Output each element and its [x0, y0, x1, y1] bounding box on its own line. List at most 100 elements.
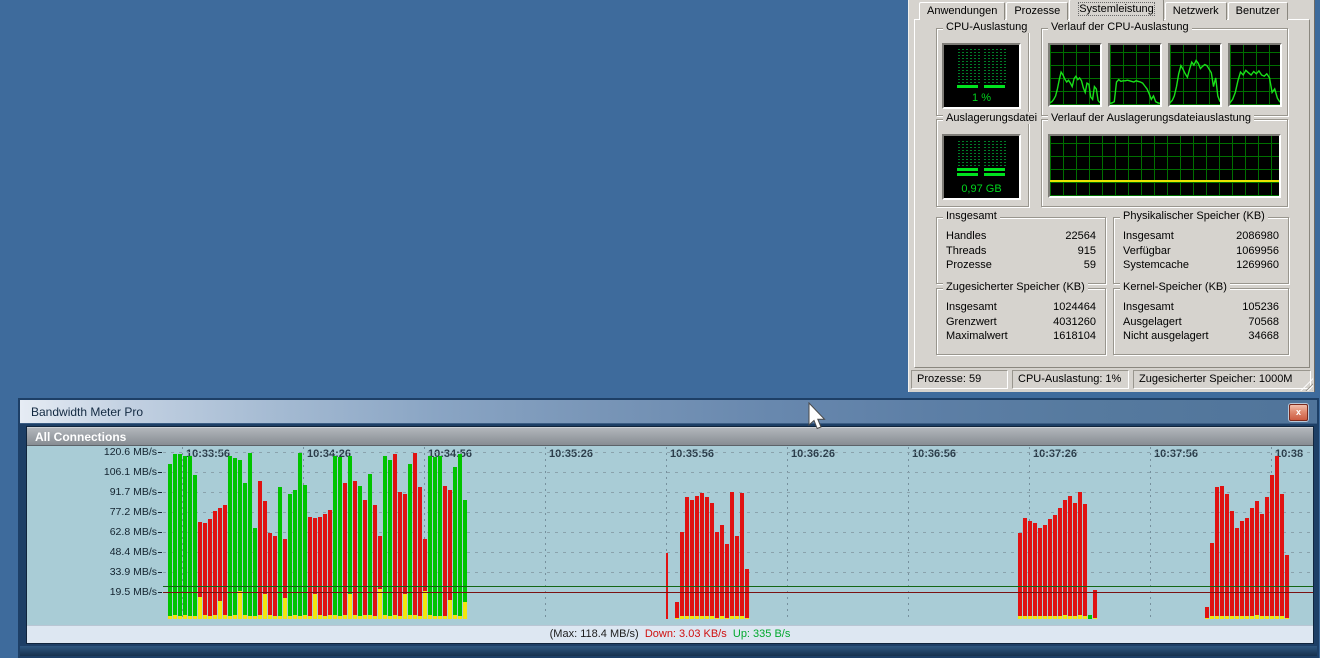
download-bar: [308, 517, 312, 619]
download-bar: [393, 454, 397, 619]
group-title: Kernel-Speicher (KB): [1120, 281, 1230, 293]
download-bar: [418, 487, 422, 619]
upload-base-bar: [715, 618, 719, 619]
tab-benutzer[interactable]: Benutzer: [1228, 2, 1288, 20]
upload-base-bar: [695, 616, 699, 619]
time-tick-label: 10:34:26: [307, 448, 351, 460]
upload-base-bar: [208, 616, 212, 619]
upload-base-bar: [1260, 616, 1264, 619]
pagefile-meter-segment: [957, 168, 1005, 171]
stat-value: 2086980: [1236, 229, 1279, 244]
upload-base-bar: [453, 615, 457, 619]
upload-base-bar: [343, 615, 347, 619]
upload-base-bar: [443, 616, 447, 619]
cpu-history-graph-1: [1048, 43, 1102, 107]
group-commit-charge: Zugesicherter Speicher (KB) Insgesamt102…: [936, 288, 1106, 355]
upload-base-bar: [373, 616, 377, 619]
upload-bar: [193, 475, 197, 619]
group-title: Zugesicherter Speicher (KB): [943, 281, 1088, 293]
upload-base-bar: [188, 616, 192, 619]
pagefile-meter-ghost: [944, 140, 1019, 166]
status-processes: Prozesse: 59: [911, 370, 1008, 389]
download-bar: [715, 532, 719, 619]
upload-base-bar: [1245, 616, 1249, 619]
upload-bar: [433, 457, 437, 619]
upload-bar: [453, 467, 457, 619]
stat-row: Nicht ausgelagert34668: [1114, 329, 1288, 344]
download-bar: [1265, 497, 1269, 619]
cpu-history-graph-4: [1228, 43, 1282, 107]
tab-label: Netzwerk: [1173, 5, 1219, 17]
y-axis-tick: [158, 492, 162, 493]
time-tick-label: 10:38: [1275, 448, 1303, 460]
upload-bar: [438, 456, 442, 619]
stat-label: Prozesse: [946, 258, 992, 273]
stat-row: Insgesamt2086980: [1114, 229, 1288, 244]
upload-base-bar: [428, 615, 432, 619]
cpu-usage-meter: 1 %: [942, 43, 1021, 109]
upload-base-bar: [1240, 616, 1244, 619]
stat-label: Nicht ausgelagert: [1123, 329, 1209, 344]
upload-base-bar: [173, 615, 177, 619]
upload-base-bar: [388, 616, 392, 619]
upload-base-bar: [213, 615, 217, 619]
stat-row: Prozesse59: [937, 258, 1105, 273]
group-title: Verlauf der CPU-Auslastung: [1048, 21, 1192, 33]
download-bar: [1073, 503, 1077, 619]
download-bar: [1235, 528, 1239, 619]
upload-base-bar: [458, 616, 462, 619]
group-title: Auslagerungsdatei: [943, 112, 1040, 124]
upload-bar: [253, 528, 257, 619]
pagefile-history-graph: [1048, 134, 1281, 198]
tab-netzwerk[interactable]: Netzwerk: [1165, 2, 1227, 20]
time-tick-label: 10:36:56: [912, 448, 956, 460]
upload-bar: [288, 494, 292, 619]
stat-label: Insgesamt: [1123, 300, 1174, 315]
upload-base-bar: [433, 616, 437, 619]
group-title: Verlauf der Auslagerungsdateiauslastung: [1048, 112, 1254, 124]
download-bar: [1255, 501, 1259, 619]
upload-base-bar: [690, 616, 694, 619]
upload-base-bar: [740, 616, 744, 619]
upload-base-bar: [1265, 616, 1269, 619]
stat-label: Maximalwert: [946, 329, 1008, 344]
download-bar: [1053, 515, 1057, 619]
tab-prozesse[interactable]: Prozesse: [1006, 2, 1068, 20]
upload-base-bar: [308, 616, 312, 619]
upload-base-bar: [273, 616, 277, 619]
close-button[interactable]: x: [1289, 404, 1308, 421]
download-bar: [258, 481, 262, 619]
taskmgr-status-bar: Prozesse: 59 CPU-Auslastung: 1% Zugesich…: [911, 370, 1312, 389]
upload-base-bar: [323, 616, 327, 619]
cpu-usage-value: 1 %: [944, 92, 1019, 104]
upload-bar: [173, 454, 177, 619]
upload-base-bar: [1023, 616, 1027, 619]
tab-anwendungen[interactable]: Anwendungen: [919, 2, 1005, 20]
upload-base-bar: [178, 616, 182, 619]
download-bar: [1093, 590, 1097, 619]
download-bar: [1215, 487, 1219, 619]
upload-bar: [408, 464, 412, 619]
tab-systemleistung[interactable]: Systemleistung: [1069, 0, 1164, 21]
group-title: Physikalischer Speicher (KB): [1120, 210, 1268, 222]
upload-base-bar: [223, 615, 227, 619]
upload-bar: [293, 490, 297, 619]
group-pagefile-history: Verlauf der Auslagerungsdateiauslastung: [1041, 119, 1288, 207]
time-tick-label: 10:37:26: [1033, 448, 1077, 460]
bwm-title-bar[interactable]: Bandwidth Meter Pro x: [20, 400, 1317, 424]
download-bar: [1068, 496, 1072, 619]
status-commit-charge: Zugesicherter Speicher: 1000M: [1133, 370, 1311, 389]
upload-bar: [183, 456, 187, 619]
download-bar: [318, 517, 322, 619]
upload-base-bar: [318, 615, 322, 619]
bandwidth-meter-window: Bandwidth Meter Pro x All Connections 10…: [18, 398, 1319, 658]
upload-bar: [248, 453, 252, 619]
task-manager-window: AnwendungenProzesseSystemleistungNetzwer…: [908, 0, 1315, 392]
download-bar: [363, 500, 367, 619]
download-bar: [1043, 525, 1047, 619]
download-bar: [680, 532, 684, 619]
upload-base-bar: [1063, 615, 1067, 619]
download-bar: [1038, 528, 1042, 619]
upload-base-bar: [243, 615, 247, 619]
upload-bar: [388, 460, 392, 619]
